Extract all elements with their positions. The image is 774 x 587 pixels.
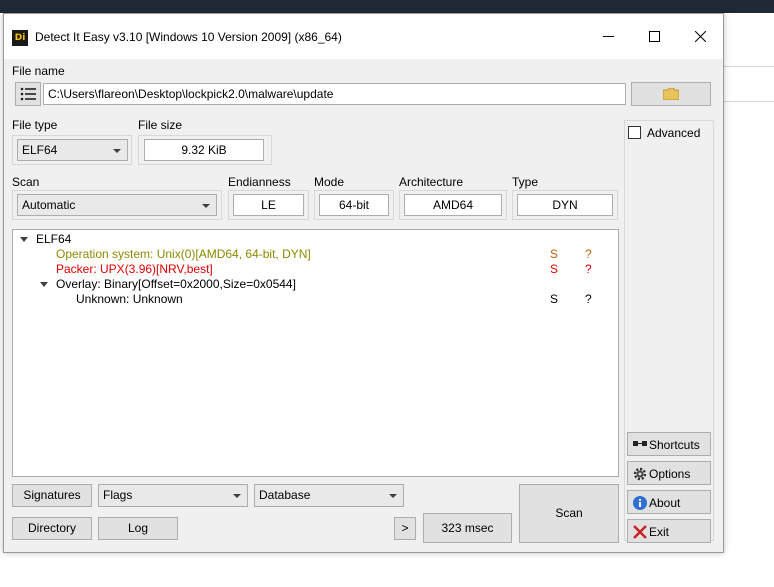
- result-row-os[interactable]: Operation system: Unix(0)[AMD64, 64-bit,…: [56, 247, 311, 261]
- open-file-button[interactable]: [631, 82, 711, 106]
- result-unknown-q[interactable]: ?: [585, 292, 592, 306]
- shortcuts-button[interactable]: Shortcuts: [627, 432, 711, 456]
- file-type-dropdown[interactable]: ELF64: [17, 139, 128, 161]
- result-row-unknown[interactable]: Unknown: Unknown: [76, 292, 183, 306]
- file-name-label: File name: [12, 64, 65, 78]
- mode-group: 64-bit: [314, 190, 394, 220]
- about-label: About: [649, 496, 681, 510]
- architecture-value: AMD64: [404, 194, 502, 216]
- flags-label: Flags: [103, 488, 133, 502]
- endianness-group: LE: [228, 190, 309, 220]
- mode-label: Mode: [314, 175, 345, 189]
- directory-button[interactable]: Directory: [12, 517, 92, 540]
- result-row-packer[interactable]: Packer: UPX(3.96)[NRV,best]: [56, 262, 213, 276]
- close-icon: [694, 30, 706, 43]
- expand-toggle-icon[interactable]: [20, 237, 28, 242]
- file-size-label: File size: [138, 118, 183, 132]
- folder-icon: [662, 87, 680, 101]
- result-packer-q[interactable]: ?: [585, 262, 592, 276]
- chevron-down-icon: [202, 204, 210, 208]
- gear-icon: [633, 467, 647, 481]
- database-dropdown[interactable]: Database: [254, 484, 404, 507]
- exit-x-icon: [633, 525, 647, 539]
- type-label: Type: [512, 175, 539, 189]
- chevron-down-icon: [113, 149, 121, 153]
- info-icon: [633, 496, 647, 510]
- elapsed-time-display: 323 msec: [423, 513, 512, 543]
- file-name-input[interactable]: C:\Users\flareon\Desktop\lockpick2.0\mal…: [43, 83, 626, 105]
- result-os-q[interactable]: ?: [585, 247, 592, 261]
- endianness-value: LE: [233, 194, 304, 216]
- minimize-icon: [602, 36, 614, 37]
- maximize-button[interactable]: [631, 14, 677, 59]
- side-panel: Advanced Shortcuts Options About Exit: [624, 120, 714, 543]
- hamburger-icon: [20, 87, 36, 101]
- close-button[interactable]: [677, 14, 723, 59]
- maximize-icon: [648, 31, 660, 42]
- endianness-label: Endianness: [228, 175, 291, 189]
- log-button[interactable]: Log: [98, 517, 178, 540]
- mode-value: 64-bit: [319, 194, 389, 216]
- more-button[interactable]: >: [394, 517, 416, 540]
- result-row-elf64[interactable]: ELF64: [36, 232, 71, 246]
- architecture-group: AMD64: [399, 190, 507, 220]
- result-row-overlay[interactable]: Overlay: Binary[Offset=0x2000,Size=0x054…: [56, 277, 296, 291]
- scan-mode-value: Automatic: [22, 198, 76, 212]
- exit-button[interactable]: Exit: [627, 519, 711, 543]
- file-size-group: 9.32 KiB: [138, 135, 272, 165]
- file-type-value: ELF64: [22, 143, 58, 157]
- type-group: DYN: [512, 190, 618, 220]
- expand-toggle-icon[interactable]: [40, 282, 48, 287]
- title-bar[interactable]: Di Detect It Easy v3.10 [Windows 10 Vers…: [4, 14, 723, 59]
- file-type-label: File type: [12, 118, 58, 132]
- advanced-checkbox[interactable]: [628, 126, 641, 139]
- chevron-down-icon: [389, 494, 397, 498]
- window-title: Detect It Easy v3.10 [Windows 10 Version…: [35, 30, 342, 44]
- result-unknown-s: S: [550, 292, 559, 306]
- scan-mode-dropdown[interactable]: Automatic: [17, 194, 217, 216]
- scan-label: Scan: [12, 175, 40, 189]
- scan-button[interactable]: Scan: [519, 484, 619, 543]
- die-window: Di Detect It Easy v3.10 [Windows 10 Vers…: [3, 13, 724, 553]
- file-type-group: ELF64: [12, 135, 132, 165]
- minimize-button[interactable]: [585, 14, 631, 59]
- architecture-label: Architecture: [399, 175, 464, 189]
- results-tree[interactable]: ELF64 Operation system: Unix(0)[AMD64, 6…: [12, 229, 619, 477]
- app-icon: Di: [12, 30, 28, 46]
- database-label: Database: [259, 488, 311, 502]
- chevron-down-icon: [233, 494, 241, 498]
- result-os-s: S: [550, 247, 559, 261]
- background-divider: [724, 66, 774, 67]
- file-size-value: 9.32 KiB: [144, 139, 264, 161]
- shortcuts-label: Shortcuts: [649, 438, 700, 452]
- file-menu-button[interactable]: [15, 82, 41, 106]
- scan-group: Automatic: [12, 190, 222, 220]
- background-taskbar-strip: [0, 0, 774, 13]
- flags-dropdown[interactable]: Flags: [98, 484, 248, 507]
- options-button[interactable]: Options: [627, 461, 711, 485]
- background-divider: [724, 101, 774, 102]
- shortcuts-icon: [633, 441, 647, 446]
- about-button[interactable]: About: [627, 490, 711, 514]
- advanced-label: Advanced: [647, 126, 701, 140]
- result-packer-s: S: [550, 262, 559, 276]
- options-label: Options: [649, 467, 691, 481]
- type-value: DYN: [517, 194, 613, 216]
- exit-label: Exit: [649, 525, 670, 539]
- signatures-button[interactable]: Signatures: [12, 484, 92, 507]
